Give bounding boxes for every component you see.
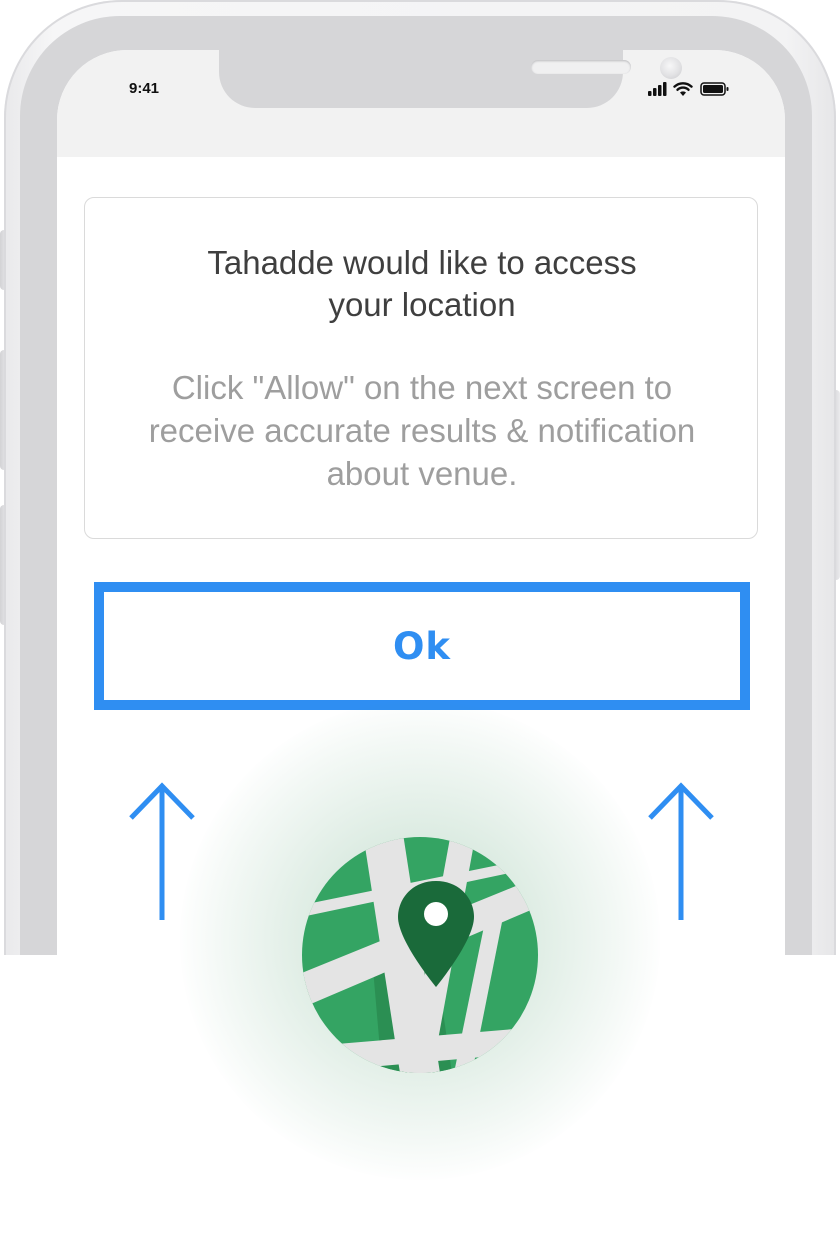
cellular-signal-icon [648, 82, 667, 96]
stage: 9:41 Tahadde would like to access your l… [0, 0, 840, 1242]
ok-button[interactable]: Ok [94, 582, 750, 710]
permission-description: Click "Allow" on the next screen to rece… [148, 369, 696, 492]
status-time: 9:41 [129, 80, 160, 97]
battery-icon [700, 82, 729, 96]
phone-notch [219, 50, 682, 108]
arrow-up-icon [648, 782, 714, 920]
wifi-icon [673, 82, 693, 96]
ok-button-label: Ok [392, 624, 452, 668]
permission-title: Tahadde would like to access your locati… [207, 244, 637, 323]
map-location-pin-icon [302, 837, 538, 1073]
location-permission-card: Tahadde would like to access your locati… [84, 197, 758, 539]
speaker-grille [531, 60, 631, 74]
arrow-up-icon [129, 782, 195, 920]
front-camera [660, 57, 682, 79]
status-icons [648, 81, 732, 97]
